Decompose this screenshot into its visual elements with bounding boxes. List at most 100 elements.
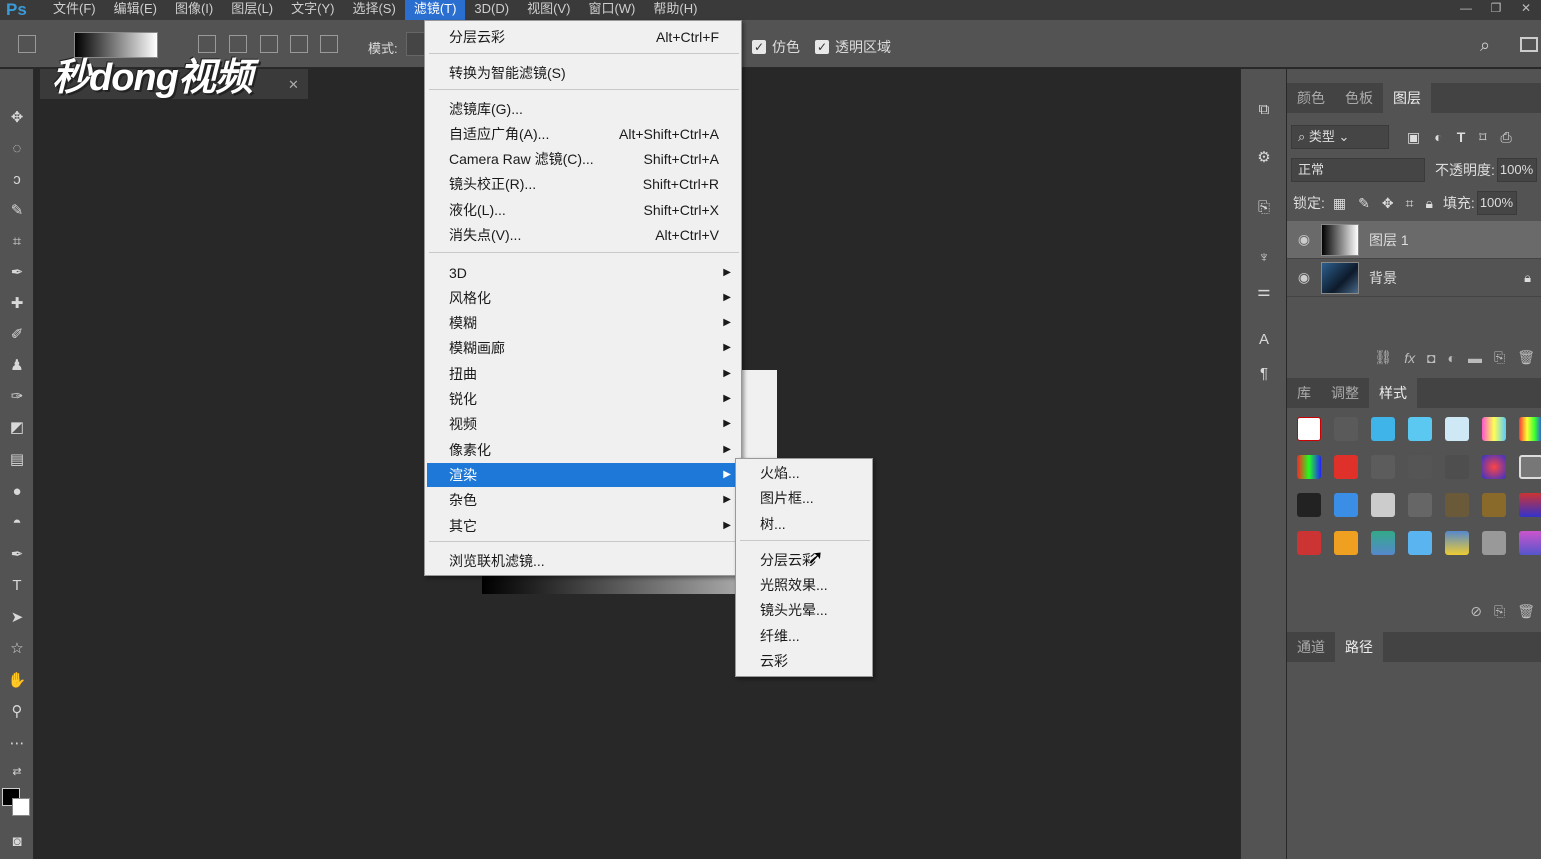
style-swatch[interactable] [1519,493,1541,517]
style-swatch[interactable] [1482,455,1506,479]
style-swatch[interactable] [1482,493,1506,517]
style-swatch[interactable] [1482,417,1506,441]
layer-mask-icon[interactable]: ◘ [1427,350,1435,366]
transparency-option[interactable]: ✓ 透明区域 [815,37,891,57]
new-group-icon[interactable]: ▬ [1468,350,1482,366]
filter-smart-object-icon[interactable]: ⎙ [1500,129,1511,146]
adjustment-layer-icon[interactable]: ◐ [1448,350,1456,366]
crop-tool-icon[interactable]: ⌗ [4,229,30,255]
submenu-item-lens-flare[interactable]: 镜头光晕... [738,598,870,622]
visibility-eye-icon[interactable]: ◉ [1287,269,1321,286]
style-swatch[interactable] [1334,417,1358,441]
style-swatch[interactable] [1297,493,1321,517]
style-swatch[interactable] [1408,493,1432,517]
menu-item-distort[interactable]: 扭曲 ▶ [427,362,739,386]
mode-select[interactable] [406,32,426,56]
menu-item-blur[interactable]: 模糊 ▶ [427,311,739,335]
filter-type-icon[interactable]: T [1457,129,1466,145]
submenu-item-difference-clouds[interactable]: 分层云彩 [738,548,870,572]
style-swatch[interactable] [1371,531,1395,555]
link-layers-icon[interactable]: ⛓ [1374,349,1392,366]
menu-edit[interactable]: 编辑(E) [105,0,166,20]
eraser-tool-icon[interactable]: ◩ [4,415,30,441]
menu-item-video[interactable]: 视频 ▶ [427,412,739,436]
layer-name[interactable]: 背景 [1369,268,1397,288]
menu-file[interactable]: 文件(F) [44,0,105,20]
menu-item-stylize[interactable]: 风格化 ▶ [427,286,739,310]
filter-shape-icon[interactable]: ⌑ [1479,129,1486,146]
blend-mode-select[interactable]: 正常 [1291,158,1425,182]
delete-layer-icon[interactable]: 🗑︎ [1517,349,1535,366]
menu-item-vanishing-point[interactable]: 消失点(V)... Alt+Ctrl+V [427,223,739,247]
search-icon[interactable]: ⌕ [1480,35,1490,56]
visibility-eye-icon[interactable]: ◉ [1287,231,1321,248]
style-swatch[interactable] [1445,455,1469,479]
style-swatch[interactable] [1445,417,1469,441]
path-select-icon[interactable]: ➤ [4,605,30,631]
shape-tool-icon[interactable]: ☆ [4,636,30,662]
character-panel-icon[interactable]: A [1253,329,1275,351]
history-panel-icon[interactable]: ⧉ [1253,99,1275,121]
layer-row[interactable]: ◉ 背景 🔒︎ [1287,259,1541,297]
clear-style-icon[interactable]: ⊘ [1470,603,1482,620]
style-swatch[interactable] [1334,493,1358,517]
pen-tool-icon[interactable]: ✒ [4,542,30,568]
brush-presets-icon[interactable]: ♆ [1253,247,1275,269]
layer-fx-icon[interactable]: fx [1404,350,1415,366]
style-swatch[interactable] [1519,417,1541,441]
diamond-gradient-icon[interactable] [320,35,338,53]
style-swatch[interactable] [1408,455,1432,479]
tab-swatches[interactable]: 色板 [1335,83,1383,113]
tab-styles[interactable]: 样式 [1369,378,1417,408]
opacity-input[interactable]: 100% [1496,158,1537,182]
menu-item-other[interactable]: 其它 ▶ [427,514,739,538]
menu-item-camera-raw[interactable]: Camera Raw 滤镜(C)... Shift+Ctrl+A [427,147,739,171]
menu-item-blur-gallery[interactable]: 模糊画廊 ▶ [427,336,739,360]
menu-layer[interactable]: 图层(L) [222,0,282,20]
tab-adjustments[interactable]: 调整 [1321,378,1369,408]
layer-row[interactable]: ◉ 图层 1 [1287,221,1541,259]
menu-3d[interactable]: 3D(D) [465,0,518,20]
menu-item-render[interactable]: 渲染 ▶ [427,463,739,487]
menu-window[interactable]: 窗口(W) [579,0,644,20]
style-swatch[interactable] [1519,531,1541,555]
style-swatch[interactable] [1297,531,1321,555]
close-icon[interactable]: ✕ [1511,0,1541,20]
menu-item-noise[interactable]: 杂色 ▶ [427,488,739,512]
dither-checkbox[interactable]: ✓ [752,40,766,54]
style-swatch[interactable] [1334,455,1358,479]
eyedropper-tool-icon[interactable]: ✒ [4,260,30,286]
reflected-gradient-icon[interactable] [290,35,308,53]
tab-color[interactable]: 颜色 [1287,83,1335,113]
menu-item-sharpen[interactable]: 锐化 ▶ [427,387,739,411]
menu-item-smart-filters[interactable]: 转换为智能滤镜(S) [427,61,739,85]
history-brush-icon[interactable]: ✑ [4,384,30,410]
lock-all-icon[interactable]: 🔒︎ [1425,195,1432,212]
new-layer-icon[interactable]: ⎘ [1494,349,1505,366]
clone-stamp-icon[interactable]: ♟ [4,353,30,379]
fill-input[interactable]: 100% [1476,191,1517,215]
menu-view[interactable]: 视图(V) [518,0,579,20]
menu-item-pixelate[interactable]: 像素化 ▶ [427,438,739,462]
menu-item-lens-correction[interactable]: 镜头校正(R)... Shift+Ctrl+R [427,172,739,196]
menu-item-browse-online[interactable]: 浏览联机滤镜... [427,549,739,573]
submenu-item-tree[interactable]: 树... [738,512,870,536]
style-swatch[interactable] [1445,493,1469,517]
dodge-tool-icon[interactable]: ◓ [4,510,30,536]
lock-pixels-icon[interactable]: ✎ [1358,195,1370,212]
menu-type[interactable]: 文字(Y) [282,0,343,20]
filter-pixel-icon[interactable]: ▣ [1407,129,1420,146]
properties-panel-icon[interactable]: ⚙ [1253,147,1275,169]
marquee-tool-icon[interactable]: ◌ [4,136,30,162]
brush-tool-icon[interactable]: ✐ [4,322,30,348]
submenu-item-flame[interactable]: 火焰... [738,461,870,485]
menu-item-filter-gallery[interactable]: 滤镜库(G)... [427,97,739,121]
quick-select-tool-icon[interactable]: ✎ [4,198,30,224]
style-swatch[interactable] [1371,493,1395,517]
tool-preset-icon[interactable] [18,35,36,53]
new-style-icon[interactable]: ⎘ [1494,603,1505,620]
minimize-icon[interactable]: — [1451,0,1481,20]
quick-mask-icon[interactable]: ◙ [4,829,30,855]
more-tools-icon[interactable]: ⋯ [4,731,30,757]
filter-adjustment-icon[interactable]: ◐ [1434,129,1442,145]
